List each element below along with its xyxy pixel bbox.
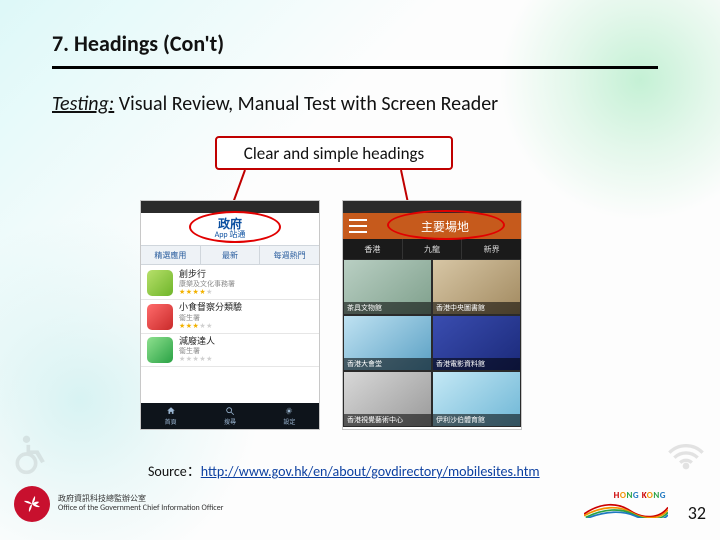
- source-line: Source：http://www.gov.hk/en/about/govdir…: [148, 461, 540, 481]
- wifi-icon: [666, 436, 706, 476]
- callout-text: Clear and simple headings: [244, 143, 424, 164]
- nav-label: 設定: [283, 417, 295, 426]
- grid-cell[interactable]: 香港視覺藝術中心: [343, 371, 432, 427]
- phone-mock-1: 政府 App 站通 精選應用 最新 每週熱門 創步行 康樂及文化事務署 ★★★★…: [140, 200, 320, 430]
- gear-icon: [284, 406, 294, 416]
- phone1-bottom-nav: 首頁 搜尋 設定: [141, 403, 319, 429]
- home-icon: [166, 406, 176, 416]
- slide-heading: 7. Headings (Con't): [52, 30, 224, 57]
- ogcio-en: Office of the Government Chief Informati…: [58, 504, 223, 513]
- nav-label: 搜尋: [224, 417, 236, 426]
- phone1-tabs: 精選應用 最新 每週熱門: [141, 245, 319, 265]
- app-icon: [147, 304, 173, 330]
- testing-label: Testing:: [52, 92, 114, 116]
- phone2-tabs: 香港 九龍 新界: [343, 239, 521, 259]
- brand-hong-kong-logo: HONG KONG: [590, 490, 666, 518]
- wheelchair-icon: [10, 432, 54, 476]
- app-icon: [147, 337, 173, 363]
- menu-icon[interactable]: [349, 219, 367, 233]
- grid-caption: 香港電影資料館: [433, 358, 520, 370]
- star-rating-icon: ★★★★★: [179, 355, 215, 363]
- phone1-tab[interactable]: 每週熱門: [260, 246, 319, 264]
- grid-caption: 香港中央圖書館: [433, 302, 520, 314]
- phone2-tab[interactable]: 新界: [462, 239, 521, 259]
- highlight-ring-icon: [189, 211, 281, 243]
- grid-caption: 香港視覺藝術中心: [344, 414, 431, 426]
- nav-label: 首頁: [165, 417, 177, 426]
- source-label: Source：: [148, 463, 201, 480]
- list-item[interactable]: 減廢達人 衞生署 ★★★★★: [141, 334, 319, 367]
- nav-settings[interactable]: 設定: [260, 403, 319, 429]
- grid-cell[interactable]: 伊利沙伯體育館: [432, 371, 521, 427]
- ogcio-text: 政府資訊科技總監辦公室 Office of the Government Chi…: [58, 495, 223, 513]
- grid-cell[interactable]: 香港大會堂: [343, 315, 432, 371]
- highlight-ring-icon: [387, 210, 505, 240]
- phone1-list: 創步行 康樂及文化事務署 ★★★★★ 小食督察分類驗 衞生署 ★★★★★: [141, 265, 319, 369]
- list-item[interactable]: 創步行 康樂及文化事務署 ★★★★★: [141, 267, 319, 300]
- testing-desc: Visual Review, Manual Test with Screen R…: [114, 92, 498, 116]
- phone1-title-area: 政府 App 站通: [141, 213, 319, 245]
- ogcio-logo: 政府資訊科技總監辦公室 Office of the Government Chi…: [14, 486, 223, 522]
- phone2-tab[interactable]: 九龍: [403, 239, 463, 259]
- heading-rule: [52, 66, 658, 69]
- phone2-header: 主要場地: [343, 213, 521, 239]
- nav-home[interactable]: 首頁: [141, 403, 200, 429]
- grid-caption: 香港大會堂: [344, 358, 431, 370]
- grid-cell[interactable]: 香港中央圖書館: [432, 259, 521, 315]
- bauhinia-icon: [14, 486, 50, 522]
- source-link[interactable]: http://www.gov.hk/en/about/govdirectory/…: [201, 463, 540, 480]
- star-rating-icon: ★★★★★: [179, 288, 235, 296]
- phone2-grid: 茶具文物館 香港中央圖書館 香港大會堂 香港電影資料館 香港視覺藝術中心 伊利沙…: [343, 259, 521, 427]
- page-number: 32: [688, 502, 706, 524]
- grid-caption: 茶具文物館: [344, 302, 431, 314]
- ribbon-icon: [584, 500, 668, 518]
- grid-caption: 伊利沙伯體育館: [433, 414, 520, 426]
- callout-box: Clear and simple headings: [215, 136, 453, 170]
- slide: 7. Headings (Con't) Testing: Visual Revi…: [0, 0, 720, 540]
- phone1-tab[interactable]: 最新: [201, 246, 261, 264]
- example-phones: 政府 App 站通 精選應用 最新 每週熱門 創步行 康樂及文化事務署 ★★★★…: [140, 200, 522, 430]
- phone2-tab[interactable]: 香港: [343, 239, 403, 259]
- star-rating-icon: ★★★★★: [179, 322, 242, 330]
- list-item[interactable]: 小食督察分類驗 衞生署 ★★★★★: [141, 300, 319, 333]
- app-icon: [147, 270, 173, 296]
- grid-cell[interactable]: 茶具文物館: [343, 259, 432, 315]
- phone1-tab[interactable]: 精選應用: [141, 246, 201, 264]
- grid-cell[interactable]: 香港電影資料館: [432, 315, 521, 371]
- phone-mock-2: 主要場地 香港 九龍 新界 茶具文物館 香港中央圖書館 香港大會堂 香港電影資料…: [342, 200, 522, 430]
- nav-search[interactable]: 搜尋: [200, 403, 259, 429]
- testing-line: Testing: Visual Review, Manual Test with…: [52, 92, 498, 116]
- search-icon: [225, 406, 235, 416]
